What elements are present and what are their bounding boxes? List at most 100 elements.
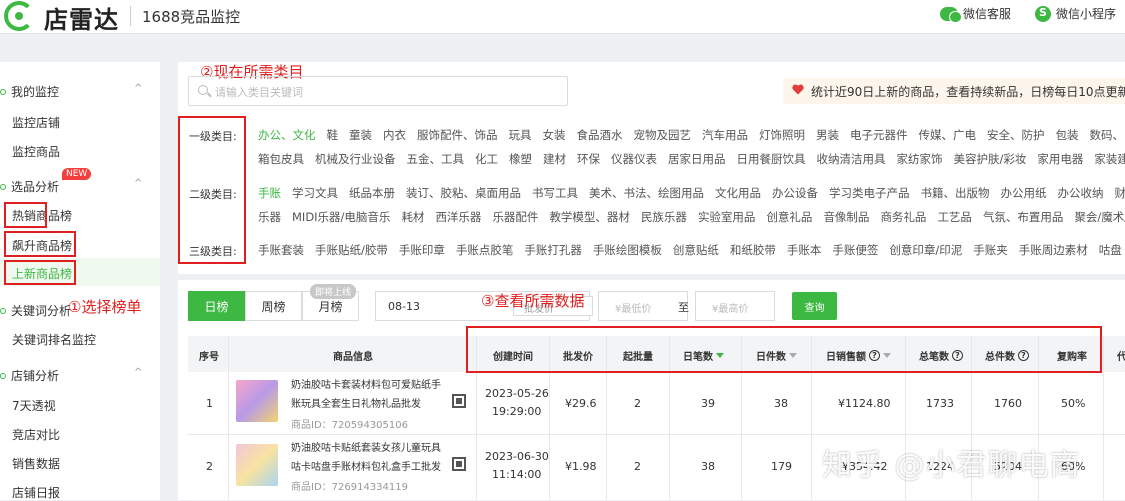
sidebar-group-monitor[interactable]: 我的监控 — [0, 83, 59, 100]
sidebar-item-monitor-products[interactable]: 监控商品 — [12, 143, 60, 160]
product-thumbnail[interactable] — [236, 444, 278, 486]
category-option[interactable]: 乐器 — [258, 209, 281, 225]
product-title-line1[interactable]: 奶油胶咕卡贴纸套装女孩儿童玩具 — [291, 439, 441, 458]
category-option[interactable]: 化工 — [475, 151, 498, 167]
sidebar-item-monitor-shops[interactable]: 监控店铺 — [12, 114, 60, 131]
logo-icon[interactable] — [4, 1, 34, 31]
sidebar-group-selection[interactable]: 选品分析 — [0, 178, 59, 195]
product-title-line1[interactable]: 奶油胶咕卡套装材料包可爱贴纸手 — [291, 376, 441, 395]
category-option[interactable]: 聚会/魔术/演出 — [1074, 209, 1125, 225]
category-option[interactable]: 手账打孔器 — [524, 242, 582, 258]
category-option[interactable]: 书写工具 — [532, 185, 578, 201]
sidebar-item-compare[interactable]: 竞店对比 — [12, 426, 60, 443]
qr-code-icon[interactable] — [452, 457, 466, 471]
category-option[interactable]: 西洋乐器 — [435, 209, 481, 225]
sidebar-item-keyword-rank[interactable]: 关键词排名监控 — [12, 331, 96, 348]
category-option[interactable]: 食品酒水 — [577, 127, 623, 143]
category-option[interactable]: 美术、书法、绘图用品 — [589, 185, 704, 201]
category-option[interactable]: 乐器配件 — [492, 209, 538, 225]
category-option[interactable]: 创意贴纸 — [673, 242, 719, 258]
category-option[interactable]: 办公设备 — [772, 185, 818, 201]
category-option[interactable]: 民族乐器 — [641, 209, 687, 225]
category-option[interactable]: 手账贴纸/胶带 — [315, 242, 388, 258]
chevron-up-icon[interactable]: ^ — [134, 83, 142, 94]
category-option[interactable]: 灯饰照明 — [759, 127, 805, 143]
category-option[interactable]: 教学模型、器材 — [549, 209, 630, 225]
category-option[interactable]: 数码、电脑 — [1090, 127, 1125, 143]
category-option[interactable]: 日用餐厨饮具 — [737, 151, 806, 167]
product-title-line2[interactable]: 咕卡咕盘手账材料包礼盒手工批发 — [291, 458, 441, 477]
sidebar-item-daily-report[interactable]: 店铺日报 — [12, 484, 60, 501]
sidebar-group-shops[interactable]: 店铺分析 — [0, 367, 59, 384]
category-option[interactable]: 手账 — [258, 185, 281, 201]
price-max-input[interactable]: ¥最高价 — [695, 291, 775, 321]
category-option[interactable]: 收纳清洁用具 — [817, 151, 886, 167]
category-option[interactable]: 学习类电子产品 — [829, 185, 910, 201]
category-option[interactable]: 学习文具 — [292, 185, 338, 201]
category-search-input[interactable]: 请输入类目关键词 — [188, 76, 568, 106]
category-option[interactable]: 机械及行业设备 — [315, 151, 396, 167]
category-option[interactable]: 女装 — [543, 127, 566, 143]
category-option[interactable]: 服饰配件、饰品 — [417, 127, 498, 143]
category-option[interactable]: 家纺家饰 — [897, 151, 943, 167]
category-option[interactable]: 咕盘 — [1099, 242, 1122, 258]
category-option[interactable]: 汽车用品 — [702, 127, 748, 143]
category-option[interactable]: 仪器仪表 — [611, 151, 657, 167]
category-option[interactable]: 五金、工具 — [407, 151, 465, 167]
chevron-up-icon[interactable]: ^ — [134, 178, 142, 189]
category-option[interactable]: 电子元器件 — [850, 127, 908, 143]
category-option[interactable]: 办公、文化 — [258, 127, 316, 143]
product-thumbnail[interactable] — [236, 380, 278, 422]
category-option[interactable]: 宠物及园艺 — [634, 127, 692, 143]
qr-code-icon[interactable] — [452, 394, 466, 408]
category-option[interactable]: 环保 — [577, 151, 600, 167]
category-option[interactable]: 书籍、出版物 — [921, 185, 990, 201]
category-option[interactable]: 玩具 — [509, 127, 532, 143]
category-option[interactable]: 财务用品 — [1115, 185, 1125, 201]
category-option[interactable]: 手账绘图模板 — [593, 242, 662, 258]
category-option[interactable]: 居家日用品 — [668, 151, 726, 167]
category-option[interactable]: 纸品本册 — [349, 185, 395, 201]
category-option[interactable]: 家装建材 — [1094, 151, 1125, 167]
customer-service-link[interactable]: 微信客服 — [940, 5, 1011, 22]
category-option[interactable]: 和纸胶带 — [730, 242, 776, 258]
product-title-line2[interactable]: 账玩具全套生日礼物礼品批发 — [291, 395, 421, 414]
category-option[interactable]: 气氛、布置用品 — [983, 209, 1064, 225]
sidebar-group-keywords[interactable]: 关键词分析 — [0, 302, 71, 319]
category-option[interactable]: 办公收纳 — [1058, 185, 1104, 201]
category-option[interactable]: 办公用纸 — [1001, 185, 1047, 201]
category-option[interactable]: 手账套装 — [258, 242, 304, 258]
price-min-input[interactable]: ¥最低价 — [598, 291, 688, 321]
category-option[interactable]: 建材 — [543, 151, 566, 167]
category-option[interactable]: 手账便签 — [832, 242, 878, 258]
category-option[interactable]: 手账点胶笔 — [456, 242, 514, 258]
chevron-up-icon[interactable]: ^ — [134, 367, 142, 378]
category-option[interactable]: 创意礼品 — [766, 209, 812, 225]
category-option[interactable]: 橡塑 — [509, 151, 532, 167]
mini-program-link[interactable]: 微信小程序 — [1035, 5, 1116, 22]
category-option[interactable]: 传媒、广电 — [919, 127, 977, 143]
category-option[interactable]: 商务礼品 — [880, 209, 926, 225]
brand-name[interactable]: 店雷达 — [44, 0, 119, 35]
category-option[interactable]: 包装 — [1056, 127, 1079, 143]
category-option[interactable]: 手账夹 — [973, 242, 1008, 258]
category-option[interactable]: 安全、防护 — [987, 127, 1045, 143]
category-option[interactable]: 耗材 — [401, 209, 424, 225]
category-option[interactable]: 文化用品 — [715, 185, 761, 201]
category-option[interactable]: 箱包皮具 — [258, 151, 304, 167]
category-option[interactable]: 童装 — [349, 127, 372, 143]
category-option[interactable]: 手账周边素材 — [1019, 242, 1088, 258]
category-option[interactable]: 男装 — [816, 127, 839, 143]
sidebar-item-sales-data[interactable]: 销售数据 — [12, 455, 60, 472]
category-option[interactable]: 装订、胶粘、桌面用品 — [406, 185, 521, 201]
category-option[interactable]: 家用电器 — [1037, 151, 1083, 167]
category-option[interactable]: 鞋 — [327, 127, 339, 143]
tab-weekly[interactable]: 周榜 — [245, 291, 302, 321]
category-option[interactable]: 音像制品 — [823, 209, 869, 225]
category-option[interactable]: 美容护肤/彩妆 — [954, 151, 1027, 167]
category-option[interactable]: 实验室用品 — [698, 209, 756, 225]
category-option[interactable]: 工艺品 — [937, 209, 972, 225]
sidebar-item-7day[interactable]: 7天透视 — [12, 397, 56, 414]
query-button[interactable]: 查询 — [792, 292, 837, 320]
category-option[interactable]: 创意印章/印泥 — [889, 242, 962, 258]
